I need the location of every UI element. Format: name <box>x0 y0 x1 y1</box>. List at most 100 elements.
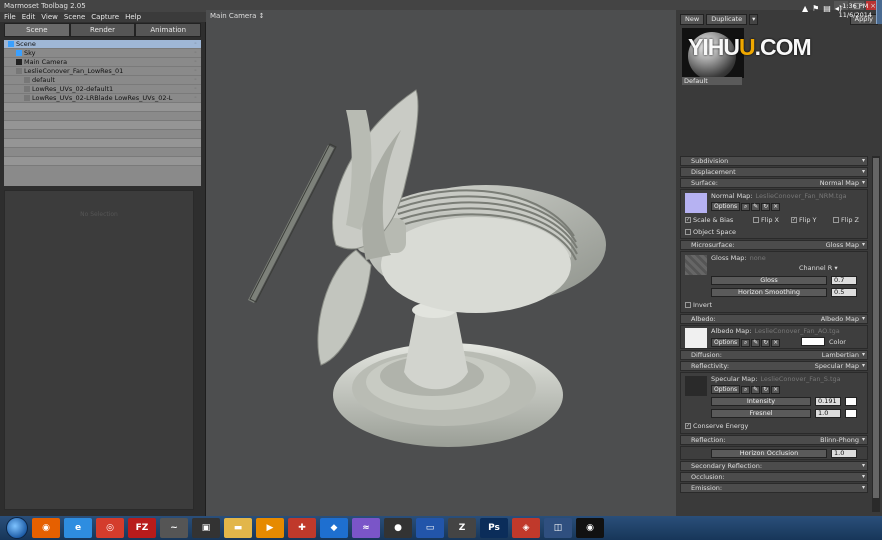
horizon-smoothing-value[interactable]: 0.5 <box>831 288 857 297</box>
search-icon[interactable]: ⌕ <box>741 338 751 347</box>
menu-file[interactable]: File <box>4 12 16 22</box>
fresnel-value[interactable]: 1.0 <box>815 409 841 418</box>
app-cube-icon[interactable]: ◈ <box>512 518 540 538</box>
fan-model[interactable] <box>206 10 676 516</box>
app-icon[interactable]: ~ <box>160 518 188 538</box>
app-monitor-icon[interactable]: ▭ <box>416 518 444 538</box>
visibility-toggle-icon[interactable]: ◦ <box>194 76 197 85</box>
tree-item[interactable]: LeslieConover_Fan_LowRes_01 ◦ <box>4 67 201 76</box>
section-emission[interactable]: Emission: ▾ <box>680 483 868 493</box>
invert-checkbox[interactable]: Invert <box>685 301 712 309</box>
menu-view[interactable]: View <box>41 12 58 22</box>
visibility-toggle-icon[interactable]: ◦ <box>194 40 197 49</box>
tree-item[interactable]: LowRes_UVs_02-LRBlade LowRes_UVs_02-L ◦ <box>4 94 201 103</box>
visibility-toggle-icon[interactable]: ◦ <box>194 85 197 94</box>
menu-edit[interactable]: Edit <box>22 12 36 22</box>
albedo-color-swatch[interactable] <box>801 337 825 346</box>
start-button[interactable] <box>6 517 28 539</box>
search-icon[interactable]: ⌕ <box>741 202 751 211</box>
app-eye-icon[interactable]: ◉ <box>576 518 604 538</box>
show-desktop-button[interactable] <box>876 0 882 24</box>
app-camera-icon[interactable]: ◫ <box>544 518 572 538</box>
chrome-icon[interactable]: ◎ <box>96 518 124 538</box>
refresh-icon[interactable]: ↻ <box>761 338 771 347</box>
menu-help[interactable]: Help <box>125 12 141 22</box>
object-space-checkbox[interactable]: Object Space <box>685 228 736 236</box>
clear-icon[interactable]: × <box>771 202 781 211</box>
visibility-toggle-icon[interactable]: ◦ <box>194 58 197 67</box>
menu-capture[interactable]: Capture <box>91 12 119 22</box>
tab-render[interactable]: Render <box>69 23 136 37</box>
flag-icon[interactable]: ⚑ <box>812 4 819 13</box>
gloss-slider[interactable]: Gloss <box>711 276 827 285</box>
marmoset-icon[interactable]: ▣ <box>192 518 220 538</box>
conserve-energy-checkbox[interactable]: ✓ Conserve Energy <box>685 422 748 430</box>
pencil-icon[interactable]: ✎ <box>751 338 761 347</box>
section-surface[interactable]: Surface: Normal Map ▾ <box>680 178 868 188</box>
pencil-icon[interactable]: ✎ <box>751 202 761 211</box>
section-displacement[interactable]: Displacement ▾ <box>680 167 868 177</box>
refresh-icon[interactable]: ↻ <box>761 385 771 394</box>
intensity-value[interactable]: 0.191 <box>815 397 841 406</box>
horizon-occlusion-slider[interactable]: Horizon Occlusion <box>711 449 827 458</box>
section-subdivision[interactable]: Subdivision ▾ <box>680 156 868 166</box>
channel-select[interactable]: Channel R ▾ <box>799 264 838 272</box>
tree-item[interactable]: default ◦ <box>4 76 201 85</box>
new-material-button[interactable]: New <box>680 14 705 25</box>
scale-bias-checkbox[interactable]: ✓ Scale & Bias <box>685 216 733 224</box>
section-occlusion[interactable]: Occlusion: ▾ <box>680 472 868 482</box>
search-icon[interactable]: ⌕ <box>741 385 751 394</box>
normal-map-thumbnail[interactable] <box>685 193 707 213</box>
albedo-map-thumbnail[interactable] <box>685 328 707 348</box>
duplicate-material-button[interactable]: Duplicate <box>706 14 748 25</box>
menu-scene[interactable]: Scene <box>64 12 85 22</box>
material-name[interactable]: Default <box>682 77 742 85</box>
tree-item[interactable]: Sky ◦ <box>4 49 201 58</box>
tree-item[interactable]: LowRes_UVs_02-default1 ◦ <box>4 85 201 94</box>
visibility-toggle-icon[interactable]: ◦ <box>194 94 197 103</box>
section-secondary-reflection[interactable]: Secondary Reflection: ▾ <box>680 461 868 471</box>
flip-z-checkbox[interactable]: Flip Z <box>833 216 859 224</box>
viewport[interactable]: Main Camera ↕ <box>206 10 676 516</box>
gloss-value[interactable]: 0.7 <box>831 276 857 285</box>
material-scrollbar[interactable] <box>872 156 880 512</box>
visibility-toggle-icon[interactable]: ◦ <box>194 67 197 76</box>
gloss-map-thumbnail[interactable] <box>685 255 707 275</box>
fresnel-slider[interactable]: Fresnel <box>711 409 811 418</box>
specular-map-thumbnail[interactable] <box>685 376 707 396</box>
firefox-icon[interactable]: ◉ <box>32 518 60 538</box>
clock[interactable]: 1:36 PM 11/6/2014 <box>839 2 872 20</box>
flip-x-checkbox[interactable]: Flip X <box>753 216 779 224</box>
visibility-toggle-icon[interactable]: ◦ <box>194 49 197 58</box>
tree-item[interactable]: Scene ◦ <box>4 40 201 49</box>
dropbox-icon[interactable]: ◆ <box>320 518 348 538</box>
chevron-up-icon[interactable]: ▲ <box>802 4 808 13</box>
app-dark-icon[interactable]: ● <box>384 518 412 538</box>
specular-options-button[interactable]: Options <box>711 385 741 394</box>
pencil-icon[interactable]: ✎ <box>751 385 761 394</box>
tree-item[interactable]: Main Camera ◦ <box>4 58 201 67</box>
albedo-options-button[interactable]: Options <box>711 338 741 347</box>
section-reflectivity[interactable]: Reflectivity: Specular Map ▾ <box>680 361 868 371</box>
refresh-icon[interactable]: ↻ <box>761 202 771 211</box>
fresnel-color-swatch[interactable] <box>845 409 857 418</box>
intensity-slider[interactable]: Intensity <box>711 397 811 406</box>
section-reflection[interactable]: Reflection: Blinn-Phong ▾ <box>680 435 868 445</box>
network-icon[interactable]: ▤ <box>823 4 831 13</box>
intensity-color-swatch[interactable] <box>845 397 857 406</box>
photoshop-icon[interactable]: Ps <box>480 518 508 538</box>
horizon-smoothing-slider[interactable]: Horizon Smoothing <box>711 288 827 297</box>
material-selector-dropdown[interactable]: ▾ <box>749 14 759 25</box>
app-red-icon[interactable]: ✚ <box>288 518 316 538</box>
horizon-occlusion-value[interactable]: 1.0 <box>831 449 857 458</box>
filezilla-icon[interactable]: FZ <box>128 518 156 538</box>
app-purple-icon[interactable]: ≈ <box>352 518 380 538</box>
clear-icon[interactable]: × <box>771 385 781 394</box>
normal-options-button[interactable]: Options <box>711 202 741 211</box>
tab-animation[interactable]: Animation <box>135 23 202 37</box>
clear-icon[interactable]: × <box>771 338 781 347</box>
media-player-icon[interactable]: ▶ <box>256 518 284 538</box>
section-diffusion[interactable]: Diffusion: Lambertian ▾ <box>680 350 868 360</box>
internet-explorer-icon[interactable]: e <box>64 518 92 538</box>
tab-scene[interactable]: Scene <box>4 23 70 37</box>
